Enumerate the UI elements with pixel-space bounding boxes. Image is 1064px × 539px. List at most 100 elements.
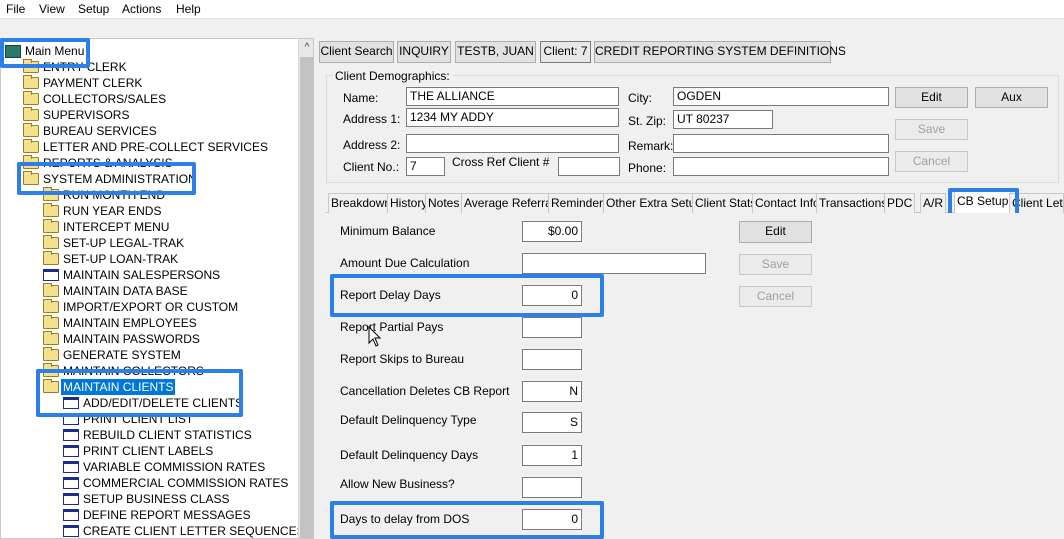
phone-field[interactable] — [673, 157, 889, 176]
tree-item-label: PRINT CLIENT LABELS — [83, 444, 214, 458]
tree-item-label: SYSTEM ADMINISTRATION — [43, 172, 197, 186]
tree-item-label: MAINTAIN COLLECTORS — [63, 364, 204, 378]
tree-item-label: IMPORT/EXPORT OR CUSTOM — [63, 300, 239, 314]
save-demographics-button[interactable]: Save — [895, 119, 968, 140]
default-delinquency-type-label: Default Delinquency Type — [340, 413, 477, 427]
address1-field[interactable]: 1234 MY ADDY — [406, 108, 619, 127]
client-no-label: Client No.: — [343, 160, 400, 174]
tab-pdc[interactable]: PDC — [884, 193, 916, 213]
name-field[interactable]: THE ALLIANCE — [406, 87, 619, 106]
tree-item-label: DEFINE REPORT MESSAGES — [83, 508, 251, 522]
tree-item-label: SET-UP LOAN-TRAK — [63, 252, 179, 266]
document-icon — [63, 445, 79, 457]
navigation-tree[interactable]: Main Menu ENTRY CLERK PAYMENT CLERK COLLEC… — [0, 38, 314, 539]
cb-cancel-button[interactable]: Cancel — [739, 286, 812, 307]
tree-item-label: REBUILD CLIENT STATISTICS — [83, 428, 252, 442]
tree-item-label: PAYMENT CLERK — [43, 76, 143, 90]
default-delinquency-days-field[interactable]: 1 — [522, 445, 582, 466]
report-delay-days-field[interactable]: 0 — [522, 285, 582, 306]
tree-item-label: MAINTAIN DATA BASE — [63, 284, 188, 298]
address2-label: Address 2: — [343, 138, 401, 152]
tree-item-label: LETTER AND PRE-COLLECT SERVICES — [43, 140, 268, 154]
tab-client-letter[interactable]: Client Letter — [1009, 193, 1064, 213]
document-icon — [63, 461, 79, 473]
report-skips-to-bureau-field[interactable] — [522, 349, 582, 370]
tree-item-label: SET-UP LEGAL-TRAK — [63, 236, 185, 250]
amount-due-calculation-label: Amount Due Calculation — [340, 256, 470, 270]
tab-notes[interactable]: Notes — [425, 193, 463, 213]
open-folder-icon — [23, 171, 39, 185]
document-icon — [63, 477, 79, 489]
aux-button[interactable]: Aux — [975, 87, 1048, 108]
tab-history[interactable]: History — [387, 193, 431, 213]
document-icon — [63, 509, 79, 521]
folder-icon — [23, 139, 39, 153]
report-partial-pays-field[interactable] — [522, 317, 582, 338]
menu-help[interactable]: Help — [176, 2, 201, 16]
tab-other-extra-setup[interactable]: Other Extra Setup — [603, 193, 706, 213]
minimum-balance-field[interactable]: $0.00 — [522, 221, 582, 242]
folder-icon — [43, 315, 59, 329]
tree-scrollbar[interactable]: ^ — [298, 39, 313, 538]
tab-average-referral[interactable]: Average Referral — [461, 193, 558, 213]
folder-icon — [43, 283, 59, 297]
menu-bar: File View Setup Actions Help — [0, 0, 1064, 19]
document-icon — [63, 397, 79, 409]
tree-item-label: MAINTAIN CLIENTS — [61, 379, 176, 395]
scroll-up-icon[interactable]: ^ — [299, 41, 313, 55]
folder-icon — [23, 91, 39, 105]
tree-item-label: VARIABLE COMMISSION RATES — [83, 460, 266, 474]
phone-label: Phone: — [628, 161, 667, 175]
tab-client-stats[interactable]: Client Stats — [692, 193, 760, 213]
document-icon — [63, 429, 79, 441]
allow-new-business-label: Allow New Business? — [340, 477, 455, 491]
edit-demographics-button[interactable]: Edit — [895, 87, 968, 108]
client-number-button[interactable]: Client: 7 — [540, 41, 591, 63]
scroll-thumb[interactable] — [300, 57, 313, 538]
account-name-button[interactable]: TESTB, JUAN — [455, 41, 536, 63]
document-icon — [43, 269, 59, 281]
client-no-field[interactable]: 7 — [406, 157, 445, 176]
allow-new-business-field[interactable] — [522, 477, 582, 498]
city-field[interactable]: OGDEN — [673, 87, 889, 106]
tree-item-label: BUREAU SERVICES — [43, 124, 157, 138]
folder-icon — [23, 155, 39, 169]
tab-contact-info[interactable]: Contact Info — [752, 193, 823, 213]
tree-item-label: INTERCEPT MENU — [63, 220, 170, 234]
days-to-delay-from-dos-field[interactable]: 0 — [522, 509, 582, 530]
tree-item-label: ENTRY CLERK — [43, 60, 127, 74]
client-search-button[interactable]: Client Search — [319, 41, 394, 63]
cancellation-deletes-cb-report-label: Cancellation Deletes CB Report — [340, 384, 510, 398]
credit-reporting-definitions-button[interactable]: CREDIT REPORTING SYSTEM DEFINITIONS — [594, 41, 846, 63]
address2-field[interactable] — [406, 134, 619, 153]
amount-due-calculation-field[interactable] — [522, 253, 706, 274]
remark-field[interactable] — [673, 134, 889, 153]
report-delay-days-label: Report Delay Days — [340, 288, 441, 302]
tree-item-label: ADD/EDIT/DELETE CLIENTS — [83, 396, 244, 410]
document-icon — [63, 413, 79, 425]
report-skips-to-bureau-label: Report Skips to Bureau — [340, 352, 465, 366]
inquiry-button[interactable]: INQUIRY — [397, 41, 451, 63]
default-delinquency-type-field[interactable]: S — [522, 412, 582, 433]
tab-breakdown[interactable]: Breakdown — [328, 193, 395, 213]
tree-item-label: REPORTS & ANALYSIS — [43, 156, 173, 170]
cross-ref-field[interactable] — [558, 157, 620, 176]
folder-icon — [43, 219, 59, 233]
tree-item-label: CREATE CLIENT LETTER SEQUENCES — [83, 524, 305, 538]
menu-file[interactable]: File — [6, 2, 25, 16]
tab-cb-setup[interactable]: CB Setup — [954, 191, 1012, 213]
st-zip-field[interactable]: UT 80237 — [673, 110, 773, 129]
menu-setup[interactable]: Setup — [78, 2, 109, 16]
cancellation-deletes-cb-report-field[interactable]: N — [522, 381, 582, 402]
menu-actions[interactable]: Actions — [122, 2, 161, 16]
cancel-demographics-button[interactable]: Cancel — [895, 151, 968, 172]
tree-item-label: SETUP BUSINESS CLASS — [83, 492, 230, 506]
folder-icon — [23, 107, 39, 121]
tab-ar[interactable]: A/R — [920, 193, 947, 213]
cb-save-button[interactable]: Save — [739, 254, 812, 275]
menu-view[interactable]: View — [39, 2, 65, 16]
cb-edit-button[interactable]: Edit — [739, 221, 812, 243]
folder-icon — [23, 59, 39, 73]
city-label: City: — [628, 91, 652, 105]
tab-transactions[interactable]: Transactions — [816, 193, 891, 213]
